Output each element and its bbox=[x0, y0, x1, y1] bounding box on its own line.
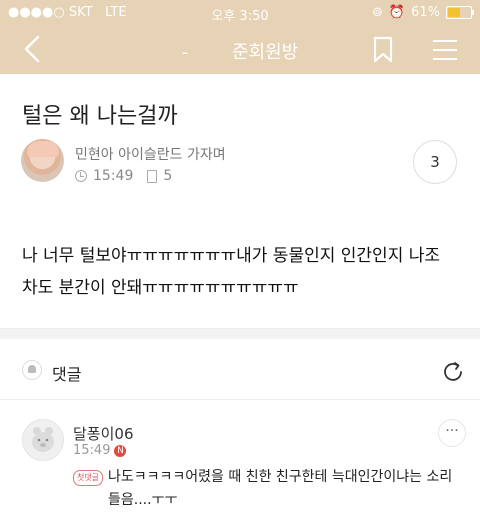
refresh-icon[interactable] bbox=[441, 360, 465, 384]
menu-icon[interactable] bbox=[432, 39, 458, 61]
title-dash: - bbox=[181, 42, 189, 63]
comments-label: 댓글 bbox=[52, 365, 82, 384]
post-body-line: 차도 분간이 안돼ㅠㅠㅠㅠㅠㅠㅠㅠㅠㅠ bbox=[22, 278, 299, 298]
alarm-icon: ⏰ bbox=[388, 5, 406, 20]
post-title: 털은 왜 나는걸까 bbox=[22, 104, 178, 129]
comments-header: 댓글 bbox=[0, 339, 480, 400]
post-body: 나 너무 털보야ㅠㅠㅠㅠㅠㅠㅠ내가 동물인지 인간인지 나조 차도 분간이 안돼… bbox=[22, 240, 462, 304]
rotation-lock-icon: ⊚ bbox=[372, 5, 383, 20]
status-bar: ●●●●○ SKT LTE 오후 3:50 ⊚ ⏰ 61% bbox=[0, 0, 480, 26]
default-avatar-icon bbox=[32, 427, 54, 452]
app-bar: - 준회원방 bbox=[0, 26, 480, 74]
comment-meta: 15:49 N bbox=[73, 443, 127, 458]
battery-fill bbox=[448, 8, 461, 17]
battery-percent: 61% bbox=[411, 5, 440, 20]
first-comment-badge: 첫댓글 bbox=[73, 470, 104, 486]
comment-more-button[interactable]: ··· bbox=[438, 419, 466, 447]
bookmark-icon[interactable] bbox=[372, 36, 394, 64]
board-name[interactable]: 준회원방 bbox=[232, 42, 298, 63]
new-badge: N bbox=[114, 444, 127, 457]
battery-icon bbox=[446, 6, 474, 19]
comment-count-button[interactable]: 3 bbox=[413, 140, 457, 184]
status-right: ⊚ ⏰ 61% bbox=[372, 5, 474, 20]
post-body-line: 나 너무 털보야ㅠㅠㅠㅠㅠㅠㅠ내가 동물인지 인간인지 나조 bbox=[22, 246, 441, 266]
commenter-avatar[interactable] bbox=[22, 419, 64, 461]
clock-icon bbox=[75, 170, 87, 182]
views-icon bbox=[147, 169, 158, 183]
author-name[interactable]: 민현아 아이슬란드 가자며 bbox=[75, 144, 226, 164]
section-divider bbox=[0, 328, 480, 339]
author-avatar[interactable] bbox=[21, 139, 64, 182]
view-count: 5 bbox=[163, 168, 173, 184]
post-time: 15:49 bbox=[93, 168, 134, 184]
commenter-name[interactable]: 달퐁이06 bbox=[73, 423, 134, 444]
board-title: - 준회원방 bbox=[0, 38, 480, 64]
comment-time: 15:49 bbox=[73, 443, 111, 458]
post-meta: 15:49 5 bbox=[75, 168, 172, 184]
comment-text: 나도ㅋㅋㅋㅋ어렸을 때 친한 친구한테 늑대인간이냐는 소리 들음....ㅜㅜ bbox=[108, 469, 453, 508]
notification-bell-icon[interactable] bbox=[22, 360, 42, 380]
comment-item: 달퐁이06 15:49 N ··· 첫댓글 나도ㅋㅋㅋㅋ어렸을 때 친한 친구한… bbox=[0, 408, 480, 524]
